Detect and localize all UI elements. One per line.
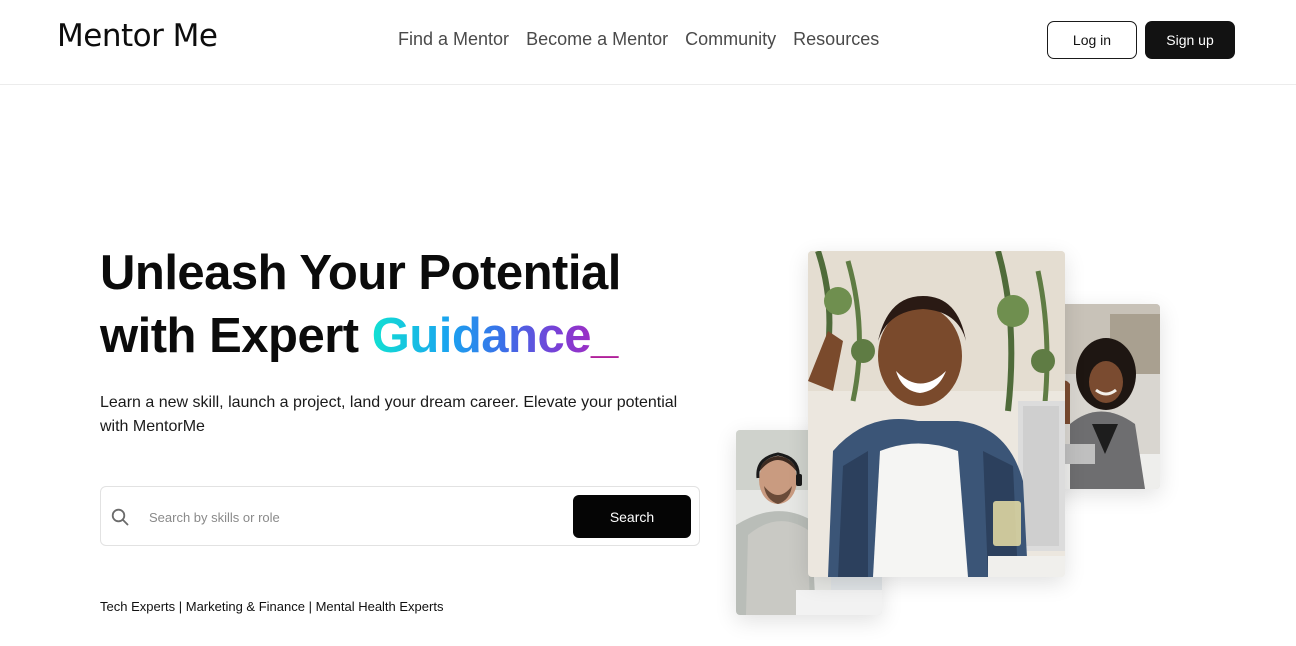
nav-find-a-mentor[interactable]: Find a Mentor bbox=[398, 29, 509, 50]
search-button[interactable]: Search bbox=[573, 495, 691, 538]
headline-line-1: Unleash Your Potential bbox=[100, 246, 621, 300]
search-icon bbox=[111, 508, 129, 526]
headline-highlight: Guidance bbox=[371, 309, 592, 363]
search-input[interactable] bbox=[149, 501, 559, 533]
site-header: Mentor Me Find a Mentor Become a Mentor … bbox=[0, 0, 1296, 85]
nav-resources[interactable]: Resources bbox=[793, 29, 879, 50]
signup-button[interactable]: Sign up bbox=[1145, 21, 1235, 59]
smiling-woman-photo bbox=[808, 251, 1065, 577]
headline-line-2: with Expert Guidance_ bbox=[100, 305, 720, 368]
headline-prefix: with Expert bbox=[100, 309, 372, 363]
nav-become-a-mentor[interactable]: Become a Mentor bbox=[526, 29, 668, 50]
hero-subtext: Learn a new skill, launch a project, lan… bbox=[100, 394, 678, 435]
expert-categories: Tech Experts | Marketing & Finance | Men… bbox=[100, 599, 444, 614]
hero-headline: Unleash Your Potential with Expert Guida… bbox=[100, 242, 720, 368]
login-button[interactable]: Log in bbox=[1047, 21, 1137, 59]
nav-community[interactable]: Community bbox=[685, 29, 776, 50]
logo[interactable]: Mentor Me bbox=[57, 18, 218, 54]
main-nav: Find a Mentor Become a Mentor Community … bbox=[398, 29, 879, 50]
typing-cursor: _ bbox=[591, 309, 618, 363]
search-bar: Search bbox=[100, 486, 700, 546]
